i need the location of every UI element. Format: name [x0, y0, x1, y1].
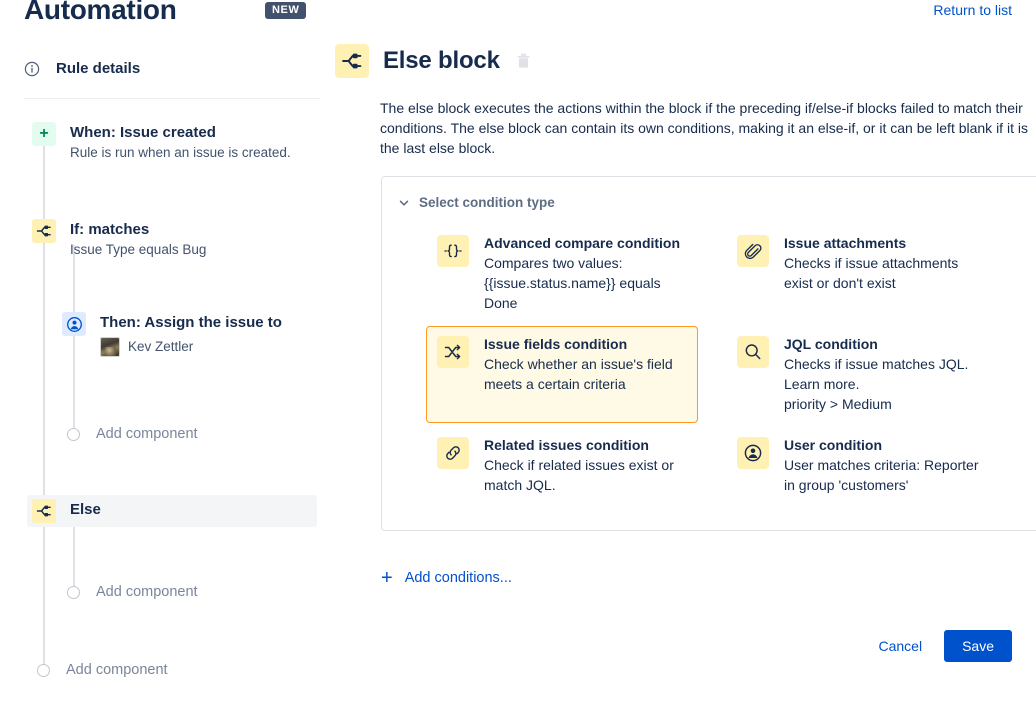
add-component-dot-icon: [37, 663, 50, 677]
block-title: Else block: [383, 47, 500, 74]
condition-option-jql[interactable]: JQL condition Checks if issue matches JQ…: [726, 326, 998, 423]
condition-name: Issue fields condition: [484, 336, 628, 352]
add-component-label: Add component: [66, 662, 168, 678]
footer-actions: Cancel Save: [870, 630, 1012, 662]
sidebar-node-if[interactable]: If: matches Issue Type equals Bug: [32, 219, 206, 260]
add-component-button-root[interactable]: Add component: [32, 662, 168, 678]
condition-desc: User matches criteria: Reporter in group…: [784, 457, 979, 493]
condition-desc: Check if related issues exist or match J…: [484, 457, 674, 493]
select-condition-type-toggle[interactable]: Select condition type: [398, 195, 555, 210]
branch-icon: [335, 44, 369, 78]
user-icon: [62, 312, 86, 336]
sidebar-node-then[interactable]: Then: Assign the issue to Kev Zettler: [62, 312, 282, 357]
select-condition-type-label: Select condition type: [419, 195, 555, 210]
condition-desc: Checks if issue attachments exist or don…: [784, 255, 959, 291]
sidebar-divider: [24, 98, 320, 99]
condition-name: JQL condition: [784, 336, 878, 352]
trash-icon[interactable]: [516, 53, 531, 69]
plus-icon: +: [381, 567, 393, 589]
curly-braces-icon: [437, 235, 469, 267]
sidebar-node-when[interactable]: + When: Issue created Rule is run when a…: [32, 122, 291, 163]
condition-type-panel: Select condition type Advanced compare c…: [381, 176, 1036, 531]
paperclip-icon: [737, 235, 769, 267]
plus-icon: +: [32, 122, 56, 146]
node-title: If: matches: [70, 221, 150, 238]
condition-type-grid: Advanced compare condition Compares two …: [426, 225, 1036, 508]
add-component-label: Add component: [96, 584, 198, 600]
node-title: When: Issue created: [70, 124, 216, 141]
node-subtitle: Rule is run when an issue is created.: [70, 145, 291, 160]
block-description: The else block executes the actions with…: [380, 100, 1028, 156]
branch-icon: [32, 499, 56, 523]
add-component-button-else[interactable]: Add component: [62, 584, 198, 600]
condition-option-user[interactable]: User condition User matches criteria: Re…: [726, 427, 998, 504]
chevron-down-icon: [398, 197, 410, 209]
sidebar-item-label: Rule details: [56, 60, 141, 77]
user-circle-icon: [737, 437, 769, 469]
node-subtitle: Issue Type equals Bug: [70, 242, 207, 257]
new-badge: NEW: [265, 2, 307, 19]
condition-desc: Checks if issue matches JQL. Learn more.…: [784, 356, 969, 412]
cancel-button[interactable]: Cancel: [870, 632, 930, 660]
condition-name: User condition: [784, 437, 883, 453]
condition-option-advanced-compare[interactable]: Advanced compare condition Compares two …: [426, 225, 698, 322]
assignee-name: Kev Zettler: [128, 339, 194, 354]
node-title: Then: Assign the issue to: [100, 314, 282, 331]
link-icon: [437, 437, 469, 469]
add-component-button-then[interactable]: Add component: [62, 426, 198, 442]
sidebar-item-rule-details[interactable]: Rule details: [24, 60, 140, 77]
rule-chain-sidebar: Rule details + When: Issue created Rule …: [0, 40, 330, 724]
condition-option-related-issues[interactable]: Related issues condition Check if relate…: [426, 427, 698, 504]
add-component-dot-icon: [67, 427, 80, 441]
condition-name: Related issues condition: [484, 437, 649, 453]
condition-option-issue-fields[interactable]: Issue fields condition Check whether an …: [426, 326, 698, 423]
add-conditions-button[interactable]: + Add conditions...: [381, 568, 512, 588]
info-icon: [24, 61, 40, 77]
automation-rule-editor: Automation NEW Return to list Rule detai…: [0, 0, 1036, 724]
node-title: Else: [70, 501, 101, 518]
save-button[interactable]: Save: [944, 630, 1012, 662]
condition-name: Issue attachments: [784, 235, 907, 251]
avatar: [100, 336, 120, 357]
condition-desc: Compares two values: {{issue.status.name…: [484, 255, 661, 311]
assignee-row: Kev Zettler: [100, 336, 282, 357]
shuffle-icon: [437, 336, 469, 368]
add-conditions-label: Add conditions...: [404, 570, 512, 586]
condition-desc: Check whether an issue's field meets a c…: [484, 356, 673, 392]
add-component-dot-icon: [67, 585, 80, 599]
branch-icon: [32, 219, 56, 243]
condition-option-issue-attachments[interactable]: Issue attachments Checks if issue attach…: [726, 225, 998, 322]
search-icon: [737, 336, 769, 368]
block-header: Else block: [335, 44, 531, 78]
add-component-label: Add component: [96, 426, 198, 442]
sidebar-node-else[interactable]: Else: [32, 499, 101, 523]
condition-name: Advanced compare condition: [484, 235, 681, 251]
page-title: Automation: [24, 0, 177, 25]
block-detail-panel: Else block The else block executes the a…: [330, 0, 1036, 724]
